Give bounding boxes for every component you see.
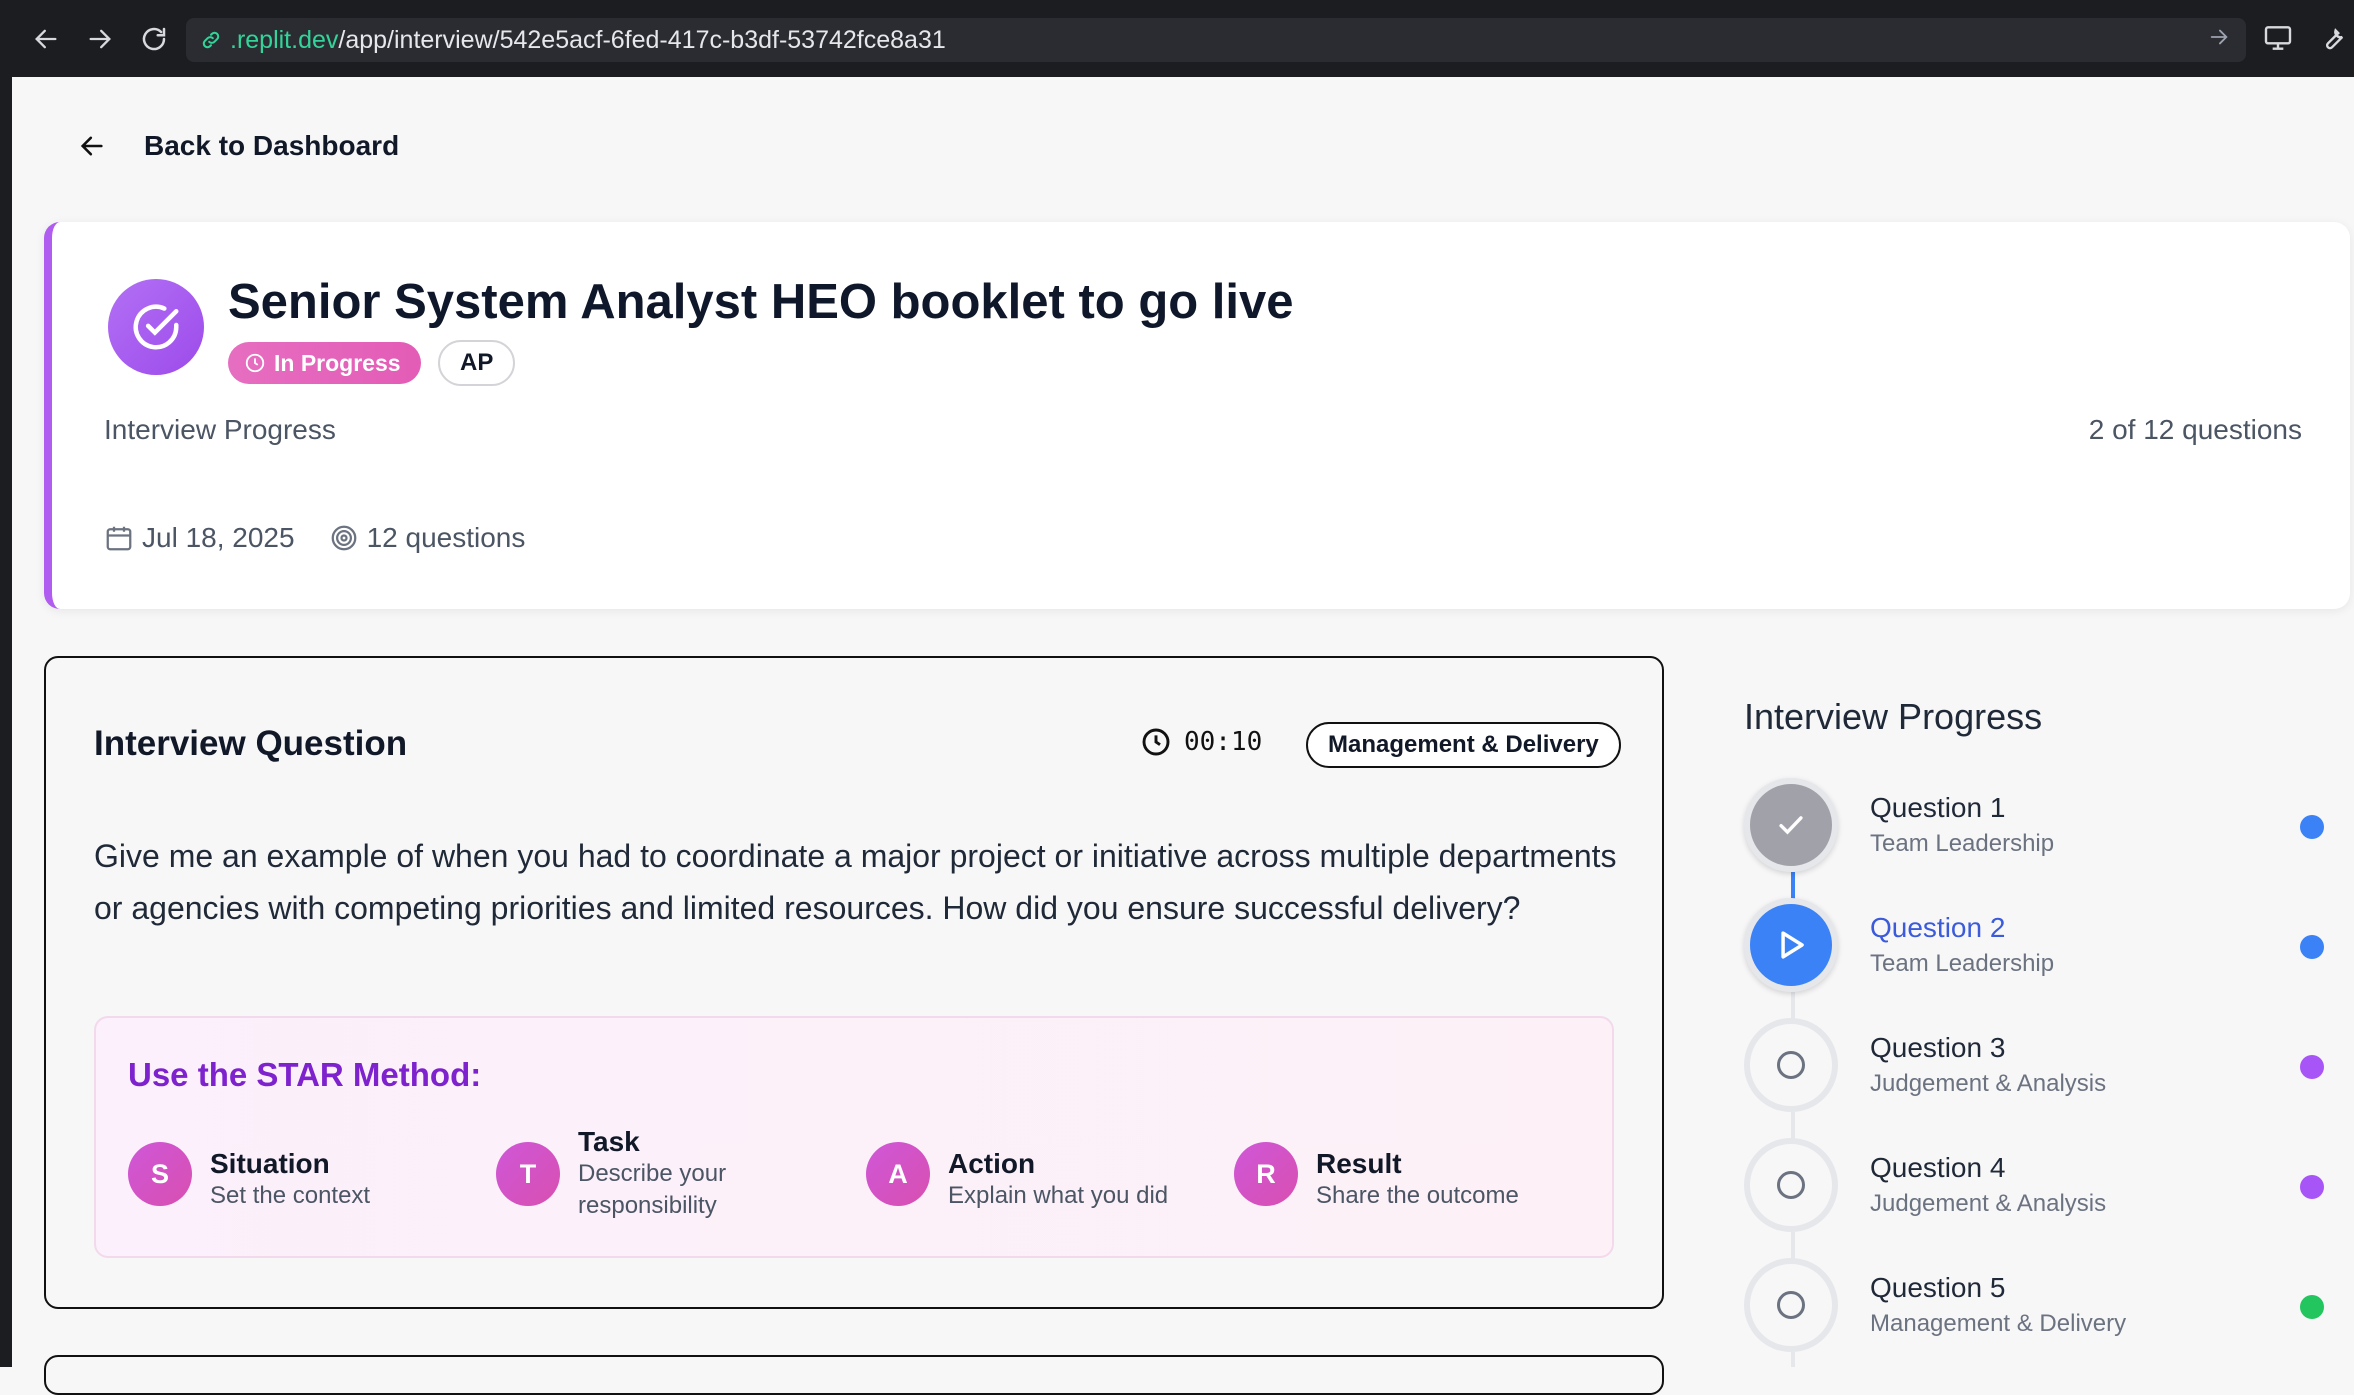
back-arrow-icon[interactable] [20, 13, 72, 65]
interview-date: Jul 18, 2025 [142, 522, 295, 553]
check-circle-icon [108, 279, 204, 375]
step-category: Judgement & Analysis [1870, 1190, 2107, 1217]
circle-icon [1744, 1138, 1838, 1232]
step-label: Question 2 [1870, 912, 2006, 943]
step-category: Management & Delivery [1870, 1310, 2127, 1337]
star-item-desc: Share the outcome [1316, 1182, 1519, 1209]
interview-header-card: Senior System Analyst HEO booklet to go … [44, 222, 2350, 609]
play-icon [1744, 898, 1838, 992]
category-dot [2300, 815, 2324, 839]
star-item-task: T Task Describe your responsibility [496, 1126, 758, 1222]
sidebar-progress-title: Interview Progress [1744, 696, 2043, 737]
target-icon [331, 525, 356, 551]
question-total: 12 questions [366, 522, 526, 553]
question-timer: 00:10 [1140, 726, 1262, 758]
url-host: .replit.dev [230, 25, 339, 54]
step-category: Judgement & Analysis [1870, 1070, 2107, 1097]
step-label: Question 5 [1870, 1272, 2006, 1303]
circle-icon [1744, 1018, 1838, 1112]
window-edge [0, 77, 12, 1367]
step-label: Question 1 [1870, 792, 2006, 823]
progress-step-1[interactable]: Question 1 Team Leadership [1744, 778, 2324, 874]
status-badge-label: In Progress [274, 349, 401, 376]
star-item-result: R Result Share the outcome [1234, 1142, 1519, 1212]
back-link-label: Back to Dashboard [144, 130, 400, 161]
progress-count: 2 of 12 questions [2088, 414, 2302, 445]
progress-step-2[interactable]: Question 2 Team Leadership [1744, 898, 2324, 994]
category-dot [2300, 935, 2324, 959]
question-text: Give me an example of when you had to co… [94, 838, 1617, 926]
progress-step-4[interactable]: Question 4 Judgement & Analysis [1744, 1138, 2324, 1234]
star-item-title: Situation [210, 1148, 330, 1179]
question-card: Interview Question 00:10 Management & De… [44, 656, 1664, 1309]
star-item-action: A Action Explain what you did [866, 1142, 1168, 1212]
browser-toolbar: .replit.dev/app/interview/542e5acf-6fed-… [0, 0, 2354, 77]
circle-icon [1744, 1258, 1838, 1352]
category-dot [2300, 1175, 2324, 1199]
forward-arrow-icon[interactable] [74, 13, 126, 65]
arrow-left-icon [80, 136, 103, 156]
step-category: Team Leadership [1870, 830, 2055, 857]
category-dot [2300, 1055, 2324, 1079]
step-label: Question 3 [1870, 1032, 2006, 1063]
star-method-panel: Use the STAR Method: S Situation Set the… [94, 1016, 1614, 1258]
calendar-icon [106, 526, 132, 551]
go-arrow-icon[interactable] [2208, 26, 2230, 48]
progress-step-5[interactable]: Question 5 Management & Delivery [1744, 1258, 2324, 1354]
answer-card [44, 1355, 1664, 1395]
step-category: Team Leadership [1870, 950, 2055, 977]
url-path: /app/interview/542e5acf-6fed-417c-b3df-5… [338, 25, 946, 54]
address-bar[interactable]: .replit.dev/app/interview/542e5acf-6fed-… [186, 18, 2246, 62]
star-item-title: Action [948, 1148, 1036, 1179]
star-letter: R [1234, 1142, 1298, 1206]
category-dot [2300, 1295, 2324, 1319]
star-letter: T [496, 1142, 560, 1206]
initials-badge: AP [438, 340, 516, 386]
star-letter: A [866, 1142, 930, 1206]
star-item-desc: Explain what you did [948, 1182, 1169, 1209]
back-to-dashboard-link[interactable]: Back to Dashboard [78, 130, 399, 162]
status-badge: In Progress [228, 342, 421, 384]
progress-step-3[interactable]: Question 3 Judgement & Analysis [1744, 1018, 2324, 1114]
step-label: Question 4 [1870, 1152, 2006, 1183]
wrench-icon[interactable] [2316, 22, 2348, 54]
interview-meta: Jul 18, 2025 12 questions [104, 522, 559, 554]
star-method-title: Use the STAR Method: [128, 1056, 482, 1093]
monitor-icon[interactable] [2262, 22, 2294, 54]
link-icon [202, 31, 220, 49]
page-title: Senior System Analyst HEO booklet to go … [228, 275, 1294, 329]
star-item-title: Result [1316, 1148, 1402, 1179]
star-item-title: Task [578, 1126, 640, 1157]
timer-value: 00:10 [1184, 727, 1263, 757]
star-item-desc: Describe your responsibility [578, 1160, 727, 1219]
reload-icon[interactable] [128, 13, 180, 65]
category-badge: Management & Delivery [1306, 722, 1621, 768]
step-connector [1791, 1352, 1795, 1367]
check-icon [1744, 778, 1838, 872]
clock-icon [1142, 728, 1170, 756]
star-letter: S [128, 1142, 192, 1206]
star-item-desc: Set the context [210, 1182, 371, 1209]
progress-label: Interview Progress [104, 414, 336, 445]
question-heading: Interview Question [94, 724, 408, 763]
clock-icon [245, 353, 265, 373]
star-item-situation: S Situation Set the context [128, 1142, 370, 1212]
